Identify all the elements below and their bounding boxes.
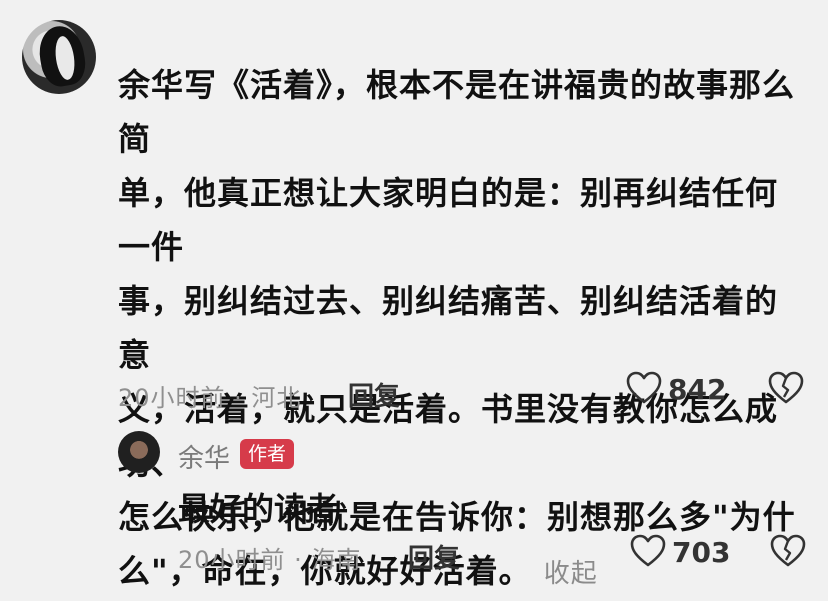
reply-time-location: 20小时前 · 海南: [178, 546, 362, 574]
author-avatar[interactable]: [118, 431, 160, 473]
like-count: 703: [672, 536, 731, 569]
broken-heart-icon[interactable]: [770, 534, 806, 568]
comment-line: 余华写《活着》，根本不是在讲福贵的故事那么简: [118, 66, 796, 158]
reply-body: 最好的读者: [178, 490, 339, 528]
comment-line: 事，别纠结过去、别纠结痛苦、别纠结活着的意: [118, 282, 779, 374]
like-count: 842: [668, 373, 727, 406]
reply-button[interactable]: 回复: [348, 376, 400, 413]
broken-heart-icon[interactable]: [768, 371, 804, 405]
heart-outline-icon[interactable]: [630, 534, 666, 568]
commenter-avatar[interactable]: [22, 20, 96, 94]
comment-time-location: 20小时前 · 河北: [118, 384, 302, 412]
reply-button[interactable]: 回复: [408, 538, 460, 575]
comment-line: 单，他真正想让大家明白的是：别再纠结任何一件: [118, 174, 779, 266]
author-badge: 作者: [240, 439, 295, 469]
heart-outline-icon[interactable]: [626, 371, 662, 405]
collapse-button[interactable]: 收起: [544, 559, 598, 589]
author-name[interactable]: 余华: [178, 438, 230, 475]
